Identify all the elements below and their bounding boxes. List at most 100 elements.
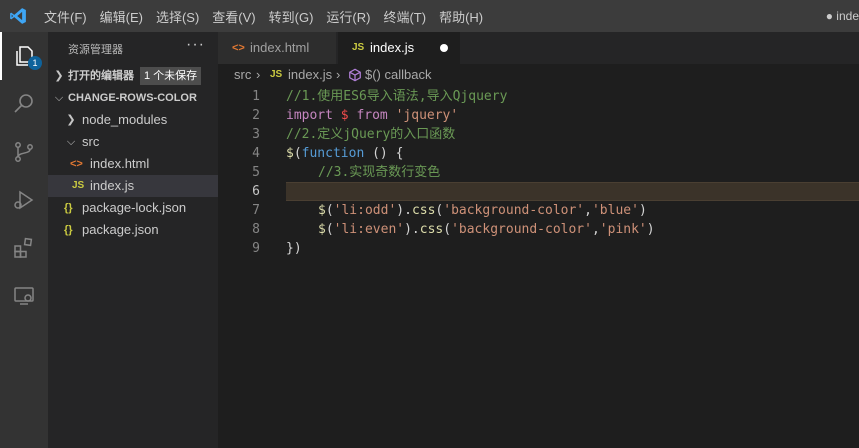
tree-item-label: package-lock.json — [82, 200, 187, 215]
code-string: 'li:even' — [333, 222, 405, 237]
tree-item-label: index.js — [90, 178, 135, 193]
tree-item-node-modules[interactable]: ❯ node_modules — [48, 109, 218, 131]
code-identifier: $ — [318, 222, 326, 237]
code-string: 'li:odd' — [333, 203, 397, 218]
activity-source-control[interactable] — [0, 128, 48, 176]
line-number: 2 — [252, 108, 260, 123]
activity-run-debug[interactable] — [0, 176, 48, 224]
breadcrumb: src › JS index.js › $() callback — [218, 64, 859, 86]
code-comment: //1.使用ES6导入语法,导入Qjquery — [286, 89, 508, 104]
html-file-icon: <> — [70, 158, 83, 170]
activity-bar: 1 — [0, 32, 48, 448]
code-punct: ). — [404, 222, 420, 237]
menu-view[interactable]: 查看(V) — [212, 7, 255, 26]
tab-index-html[interactable]: <> index.html — [218, 32, 336, 64]
explorer-header: 资源管理器 ··· — [48, 32, 218, 64]
tree-item-package-json[interactable]: {} package.json — [48, 219, 218, 241]
code-punct: ) — [646, 222, 655, 237]
code-line-3[interactable]: //2.定义jQuery的入口函数 — [286, 125, 455, 144]
source-control-icon — [15, 142, 33, 162]
code-string: 'pink' — [599, 222, 647, 237]
code-punct: }) — [286, 241, 302, 256]
menu-file[interactable]: 文件(F) — [44, 7, 87, 26]
json-file-icon: {} — [64, 202, 73, 214]
code-line-8[interactable]: $('li:even').css('background-color','pin… — [318, 220, 655, 239]
open-editors-section[interactable]: ❯ 打开的编辑器 1 个未保存 — [48, 65, 218, 87]
project-folder[interactable]: ⌵ CHANGE-ROWS-COLOR — [48, 87, 218, 109]
chevron-right-icon: ❯ — [54, 70, 64, 82]
code-line-5[interactable]: //3.实现奇数行变色 — [318, 163, 440, 182]
window-title: ● inde — [825, 9, 859, 23]
code-comment: //3.实现奇数行变色 — [318, 165, 441, 180]
chevron-down-icon: ⌵ — [54, 92, 64, 104]
menu-edit[interactable]: 编辑(E) — [100, 7, 143, 26]
chevron-right-icon: › — [256, 67, 261, 82]
code-punct: ( — [325, 203, 334, 218]
js-file-icon: JS — [270, 69, 283, 80]
search-icon — [14, 94, 33, 113]
json-file-icon: {} — [64, 224, 73, 236]
extensions-icon — [14, 237, 33, 258]
breadcrumb-folder[interactable]: src — [234, 64, 251, 86]
unsaved-dot-icon[interactable] — [440, 44, 448, 52]
menu-bar: 文件(F) 编辑(E) 选择(S) 查看(V) 转到(G) 运行(R) 终端(T… — [44, 0, 496, 32]
code-punct: ) — [638, 203, 647, 218]
tree-item-label: node_modules — [82, 112, 168, 127]
tree-item-src[interactable]: ⌵ src — [48, 131, 218, 153]
activity-remote-explorer[interactable] — [0, 272, 48, 320]
code-punct: ( — [443, 222, 452, 237]
code-identifier: $ — [286, 146, 294, 161]
tree-item-index-js[interactable]: JS index.js — [48, 175, 218, 197]
html-file-icon: <> — [232, 42, 245, 54]
tab-index-js[interactable]: JS index.js — [338, 32, 460, 64]
menu-goto[interactable]: 转到(G) — [269, 7, 314, 26]
menu-help[interactable]: 帮助(H) — [439, 7, 483, 26]
tree-item-label: src — [82, 134, 100, 149]
code-line-7[interactable]: $('li:odd').css('background-color','blue… — [318, 201, 647, 220]
js-file-icon: JS — [72, 180, 85, 191]
chevron-right-icon: › — [336, 67, 341, 82]
code-line-1[interactable]: //1.使用ES6导入语法,导入Qjquery — [286, 87, 507, 106]
tree-item-index-html[interactable]: <> index.html — [48, 153, 218, 175]
vscode-logo-icon[interactable] — [9, 7, 27, 25]
unsaved-badge: 1 个未保存 — [140, 67, 202, 85]
line-number: 4 — [252, 146, 260, 161]
code-line-4[interactable]: $(function () { — [286, 144, 403, 163]
open-editors-label: 打开的编辑器 — [68, 70, 134, 82]
code-string: 'background-color' — [443, 203, 585, 218]
menu-selection[interactable]: 选择(S) — [156, 7, 199, 26]
line-number: 1 — [252, 89, 260, 104]
current-line-highlight — [286, 182, 859, 201]
menu-terminal[interactable]: 终端(T) — [383, 7, 426, 26]
more-actions-icon[interactable]: ··· — [186, 36, 205, 54]
code-punct: ( — [325, 222, 334, 237]
project-folder-label: CHANGE-ROWS-COLOR — [68, 92, 197, 104]
code-keyword: from — [356, 108, 388, 123]
activity-extensions[interactable] — [0, 224, 48, 272]
line-number: 8 — [252, 222, 260, 237]
tab-label: index.html — [250, 40, 310, 55]
breadcrumb-file[interactable]: index.js — [288, 64, 332, 86]
title-bar: 文件(F) 编辑(E) 选择(S) 查看(V) 转到(G) 运行(R) 终端(T… — [0, 0, 859, 32]
breadcrumb-symbol[interactable]: $() callback — [365, 64, 431, 86]
line-number: 3 — [252, 127, 260, 142]
explorer-sidebar: 资源管理器 ··· ❯ 打开的编辑器 1 个未保存 ⌵ CHANGE-ROWS-… — [48, 32, 218, 448]
menu-run[interactable]: 运行(R) — [326, 7, 370, 26]
code-line-2[interactable]: import $ from 'jquery' — [286, 106, 458, 125]
tree-item-label: package.json — [82, 222, 159, 237]
code-punct: , — [591, 222, 600, 237]
code-punct: () { — [364, 146, 404, 161]
editor-tabs: <> index.html JS index.js — [218, 32, 859, 64]
line-number: 6 — [252, 184, 260, 199]
run-debug-icon — [14, 190, 34, 210]
activity-explorer[interactable]: 1 — [0, 32, 48, 80]
activity-search[interactable] — [0, 80, 48, 128]
tab-label: index.js — [370, 40, 415, 55]
code-string: 'jquery' — [395, 108, 459, 123]
code-string: 'background-color' — [451, 222, 592, 237]
line-number: 5 — [252, 165, 260, 180]
code-method: css — [419, 222, 444, 237]
code-identifier: $ — [318, 203, 326, 218]
tree-item-package-lock-json[interactable]: {} package-lock.json — [48, 197, 218, 219]
code-line-9[interactable]: }) — [286, 239, 302, 258]
